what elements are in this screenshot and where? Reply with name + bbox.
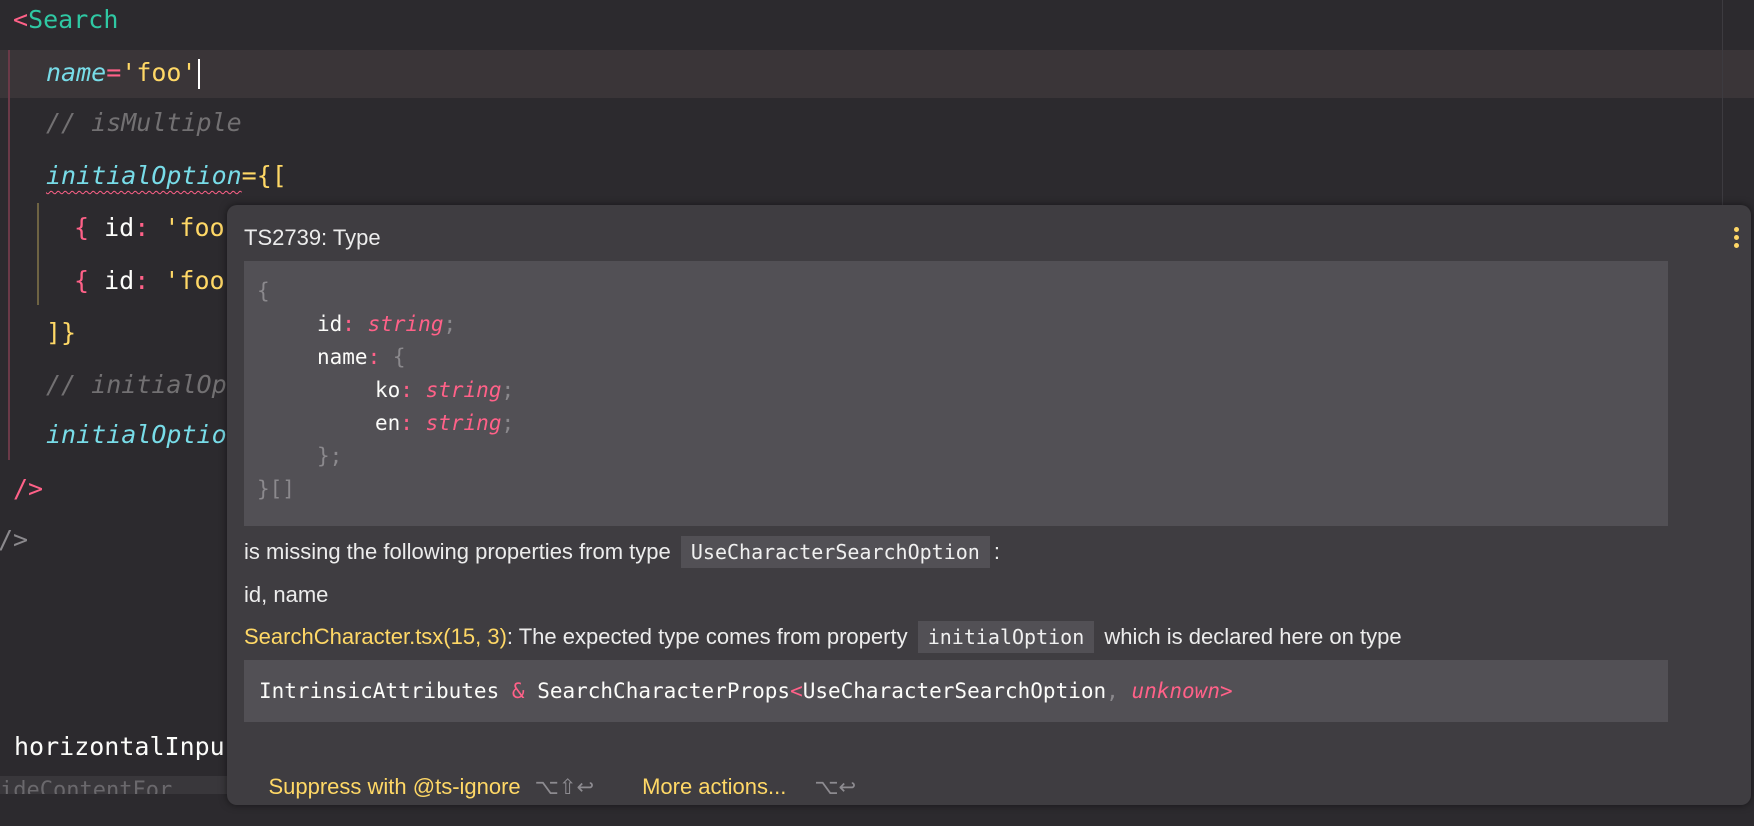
- value: 'foo: [164, 213, 225, 242]
- tag-bracket: <: [13, 5, 29, 34]
- semicolon: ;: [501, 411, 515, 435]
- code-en-line: en: string;: [375, 408, 514, 438]
- code-array-close: }[]: [257, 477, 295, 501]
- error-tooltip-popup: TS2739: Type { id: string; name: { ko: s…: [227, 205, 1751, 805]
- code-line-close-array: ]}: [46, 318, 77, 347]
- source-file-link[interactable]: SearchCharacter.tsx(15, 3): [244, 624, 507, 649]
- text: which is declared here on type: [1104, 624, 1402, 649]
- missing-props-list: id, name: [244, 582, 329, 607]
- colon: :: [367, 345, 381, 369]
- code-brace: {: [257, 279, 270, 303]
- more-options-icon[interactable]: [1734, 227, 1739, 251]
- colon: :: [400, 411, 413, 435]
- declared-type-code: IntrinsicAttributes & SearchCharacterPro…: [259, 676, 1233, 706]
- code-ko-line: ko: string;: [375, 375, 514, 405]
- property-chip: initialOption: [917, 621, 1095, 653]
- code-line-self-close-outer: />: [0, 525, 29, 554]
- missing-properties-line: is missing the following properties from…: [244, 536, 1000, 568]
- type-code-block: { id: string; name: { ko: string; en: st…: [244, 261, 1668, 526]
- code-line-initial-option: initialOption={[: [46, 156, 287, 196]
- equals: =: [106, 58, 122, 87]
- code-line-name: name='foo': [46, 53, 200, 93]
- colon: :: [134, 213, 150, 242]
- colon: :: [342, 312, 355, 336]
- declared-type-block: IntrinsicAttributes & SearchCharacterPro…: [244, 660, 1668, 722]
- code-id-line: id: string;: [317, 309, 456, 339]
- current-line-highlight: [0, 50, 1754, 98]
- type: string: [367, 312, 444, 336]
- code-line-horizontal-input: horizontalInpu: [14, 732, 225, 761]
- type: string: [425, 411, 502, 435]
- code-line-search-tag: <Search: [13, 0, 118, 40]
- key: en: [375, 411, 401, 435]
- suppress-ts-ignore-button[interactable]: Suppress with @ts-ignore: [268, 774, 520, 799]
- key: id: [104, 213, 135, 242]
- colon: :: [993, 539, 1000, 564]
- error-title: TS2739: Type: [244, 225, 381, 250]
- suppress-shortcut: ⌥⇧↩: [534, 776, 595, 799]
- type: IntrinsicAttributes: [259, 679, 500, 703]
- value: 'foo: [164, 266, 225, 295]
- attr-error[interactable]: initialOption: [46, 161, 242, 190]
- lt: <: [790, 679, 803, 703]
- type: SearchCharacterProps: [537, 679, 791, 703]
- string-value: 'foo': [121, 58, 197, 87]
- text: is missing the following properties from…: [244, 539, 671, 564]
- amp: &: [511, 679, 525, 703]
- key: name: [317, 345, 368, 369]
- type: unknown: [1131, 679, 1220, 703]
- code-line-comment-2: // initialOp: [46, 370, 227, 399]
- code-line-initial-option-2: initialOptio: [46, 420, 227, 449]
- type-chip: UseCharacterSearchOption: [680, 536, 990, 568]
- tag-name: Search: [28, 5, 119, 34]
- punct: ={[: [241, 161, 287, 190]
- more-actions-shortcut: ⌥↩: [814, 776, 857, 799]
- indent-guide-nested: [37, 203, 39, 305]
- text-caret: [197, 59, 200, 89]
- code-brace-close: };: [317, 444, 343, 468]
- semicolon: ;: [443, 312, 457, 336]
- code-line-comment: // isMultiple: [46, 108, 242, 137]
- type: UseCharacterSearchOption: [802, 679, 1107, 703]
- key: id: [104, 266, 135, 295]
- more-actions-button[interactable]: More actions...: [642, 774, 786, 799]
- key: ko: [375, 378, 401, 402]
- brace: {: [74, 266, 90, 295]
- quick-actions: Suppress with @ts-ignore ⌥⇧↩ More actions.…: [244, 748, 856, 826]
- brace: {: [392, 345, 406, 369]
- key: id: [317, 312, 343, 336]
- colon: :: [134, 266, 150, 295]
- code-name-line: name: {: [317, 342, 406, 372]
- comma: ,: [1106, 679, 1119, 703]
- code-line-item-2: { id: 'foo: [74, 261, 225, 301]
- source-line: SearchCharacter.tsx(15, 3): The expected…: [244, 621, 1402, 653]
- colon: :: [400, 378, 413, 402]
- right-margin-guide: [1722, 0, 1723, 205]
- attr-name: name: [46, 58, 107, 87]
- code-line-self-close: />: [13, 474, 44, 503]
- semicolon: ;: [501, 378, 515, 402]
- indent-guide: [8, 50, 10, 460]
- text: : The expected type comes from property: [506, 624, 908, 649]
- brace: {: [74, 213, 90, 242]
- code-line-item-1: { id: 'foo: [74, 208, 225, 248]
- gt: >: [1219, 679, 1233, 703]
- type: string: [425, 378, 502, 402]
- next-code-line: ideContentFor: [0, 776, 230, 794]
